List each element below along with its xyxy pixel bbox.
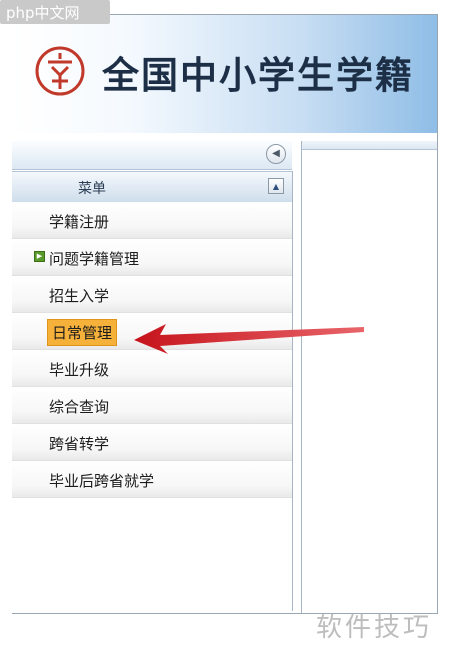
main-content-pane <box>301 141 437 613</box>
menu-item-label: 招生入学 <box>49 287 110 305</box>
annotation-arrow-icon <box>134 324 364 354</box>
chevron-left-icon: ◀ <box>272 148 280 159</box>
site-watermark: php中文网 <box>0 0 110 24</box>
menu-item-label: 毕业升级 <box>49 361 110 379</box>
sidebar-toolbar: ◀ <box>12 141 292 170</box>
chevron-up-icon: ▲ <box>272 181 280 191</box>
logo-icon <box>35 46 85 96</box>
menu-item-label: 综合查询 <box>49 398 110 416</box>
menu-item[interactable]: ▶ 问题学籍管理 <box>12 239 292 276</box>
menu-item-label: 跨省转学 <box>49 435 110 453</box>
menu-item[interactable]: 学籍注册 <box>12 202 292 239</box>
menu-item[interactable]: 跨省转学 <box>12 424 292 461</box>
content-toolbar <box>302 141 437 150</box>
menu-item-label: 毕业后跨省就学 <box>49 472 155 490</box>
collapse-menu-button[interactable]: ▲ <box>268 178 284 194</box>
site-watermark-text: php中文网 <box>6 4 80 22</box>
header-banner: 全国中小学生学籍 <box>12 15 437 133</box>
menu-item[interactable]: 毕业后跨省就学 <box>12 461 292 498</box>
system-title: 全国中小学生学籍 <box>102 53 414 97</box>
menu-item-label: 学籍注册 <box>49 213 110 231</box>
menu-header: 菜单 ▲ <box>12 171 292 203</box>
menu-item-label: 问题学籍管理 <box>49 250 140 268</box>
menu-title: 菜单 <box>78 181 106 197</box>
footer-watermark: 软件技巧 <box>316 613 433 643</box>
app-window: 全国中小学生学籍 ◀ 菜单 ▲ 学籍注册 ▶ 问题学籍管理 招生入学日常管理毕业升级综… <box>12 14 438 614</box>
sidebar: 菜单 ▲ 学籍注册 ▶ 问题学籍管理 招生入学日常管理毕业升级综合查询跨省转学毕业后跨… <box>12 171 293 611</box>
menu-item[interactable]: 综合查询 <box>12 387 292 424</box>
expand-icon[interactable]: ▶ <box>34 251 45 262</box>
collapse-sidebar-button[interactable]: ◀ <box>266 144 286 164</box>
menu-item[interactable]: 招生入学 <box>12 276 292 313</box>
menu-item-label: 日常管理 <box>47 319 118 346</box>
